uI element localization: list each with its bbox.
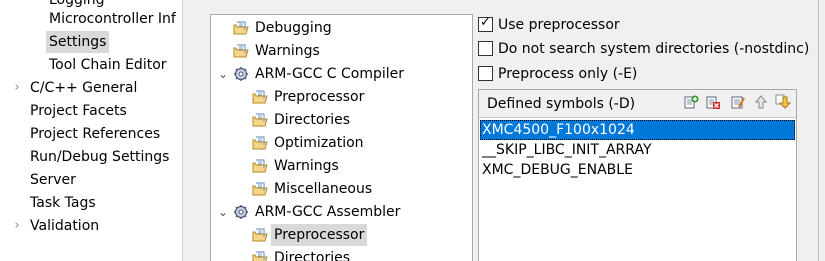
checkmark-icon: ✓: [480, 15, 491, 30]
nav-item-label: Microcontroller Inf: [49, 11, 176, 27]
nav-item-label: C/C++ General: [30, 80, 138, 96]
options-folder-icon: [252, 228, 268, 242]
tool-gear-icon: [234, 67, 248, 81]
tree-item-label: Directories: [274, 250, 351, 261]
nav-item-label: Run/Debug Settings: [30, 149, 170, 165]
options-folder-icon: [252, 136, 268, 150]
tool-gear-icon: [234, 205, 248, 219]
preprocess-only-checkbox[interactable]: [478, 66, 493, 81]
option-label: Do not search system directories (-nostd…: [498, 41, 810, 57]
tree-item-c-warnings[interactable]: Warnings: [211, 155, 471, 177]
option-label: Use preprocessor: [498, 17, 620, 33]
tree-item-label: Preprocessor: [271, 224, 368, 246]
delete-icon[interactable]: [705, 94, 721, 110]
options-folder-icon: [252, 251, 268, 261]
options-folder-icon: [252, 113, 268, 127]
tree-item-label: Preprocessor: [274, 89, 365, 105]
nav-item-label: Settings: [46, 31, 110, 53]
option-label: Preprocess only (-E): [498, 66, 638, 82]
content-gutter: [183, 0, 210, 261]
tree-item-arm-gcc-c-compiler[interactable]: ⌄ ARM-GCC C Compiler: [211, 63, 471, 85]
tree-item-label: Optimization: [274, 135, 364, 151]
chevron-right-icon[interactable]: ›: [10, 215, 24, 237]
defined-symbols-title: Defined symbols (-D): [487, 96, 636, 112]
nostdinc-checkbox[interactable]: [478, 41, 493, 56]
add-icon[interactable]: [683, 94, 699, 110]
use-preprocessor-option[interactable]: ✓ Use preprocessor: [478, 14, 798, 36]
nostdinc-option[interactable]: Do not search system directories (-nostd…: [478, 38, 810, 60]
tree-item-label: Warnings: [274, 158, 339, 174]
symbol-list-item[interactable]: XMC_DEBUG_ENABLE: [480, 160, 795, 180]
nav-item-label: Project Facets: [30, 103, 127, 119]
nav-item-label: Server: [30, 172, 76, 188]
nav-item-label: Project References: [30, 126, 161, 142]
tree-item-warnings[interactable]: Warnings: [211, 40, 471, 62]
defined-symbols-header: Defined symbols (-D): [479, 90, 796, 118]
tree-item-label: Directories: [274, 112, 351, 128]
tree-item-c-preprocessor[interactable]: Preprocessor: [211, 86, 471, 108]
options-folder-icon: [252, 159, 268, 173]
options-folder-icon: [233, 44, 249, 58]
use-preprocessor-checkbox[interactable]: ✓: [478, 15, 493, 32]
chevron-down-icon[interactable]: ⌄: [216, 63, 230, 85]
symbol-list-item[interactable]: XMC4500_F100x1024: [480, 120, 795, 140]
chevron-down-icon[interactable]: ⌄: [216, 201, 230, 223]
tree-item-asm-preprocessor[interactable]: Preprocessor: [211, 224, 471, 246]
tree-item-c-miscellaneous[interactable]: Miscellaneous: [211, 178, 471, 200]
tree-item-c-directories[interactable]: Directories: [211, 109, 471, 131]
move-up-icon[interactable]: [753, 94, 769, 110]
tree-item-asm-directories[interactable]: Directories: [211, 247, 471, 261]
defined-symbols-panel: Defined symbols (-D) XMC4500_F100x1024 _…: [478, 89, 797, 261]
move-down-icon[interactable]: [775, 94, 791, 110]
tree-item-arm-gcc-assembler[interactable]: ⌄ ARM-GCC Assembler: [211, 201, 471, 223]
options-folder-icon: [252, 90, 268, 104]
right-scroll-edge: [818, 0, 819, 261]
edit-icon[interactable]: [730, 94, 746, 110]
options-folder-icon: [233, 21, 249, 35]
chevron-right-icon[interactable]: ›: [10, 77, 24, 99]
nav-item-label: Task Tags: [30, 195, 96, 211]
tree-item-c-optimization[interactable]: Optimization: [211, 132, 471, 154]
preprocess-only-option[interactable]: Preprocess only (-E): [478, 63, 798, 85]
tool-settings-tree: Debugging Warnings ⌄ ARM-GCC C Compiler …: [210, 14, 473, 261]
properties-nav-tree: Logging Microcontroller Inf Settings Too…: [0, 0, 182, 261]
nav-item-label: Validation: [30, 218, 100, 234]
tree-item-debugging[interactable]: Debugging: [211, 17, 471, 39]
tree-item-label: Miscellaneous: [274, 181, 373, 197]
tree-item-label: Debugging: [255, 20, 332, 36]
options-folder-icon: [252, 182, 268, 196]
tree-item-label: ARM-GCC C Compiler: [255, 66, 405, 82]
tree-item-label: ARM-GCC Assembler: [255, 204, 401, 220]
tree-item-label: Warnings: [255, 43, 320, 59]
nav-item-label: Tool Chain Editor: [49, 57, 167, 73]
symbol-list-item[interactable]: __SKIP_LIBC_INIT_ARRAY: [480, 140, 795, 160]
